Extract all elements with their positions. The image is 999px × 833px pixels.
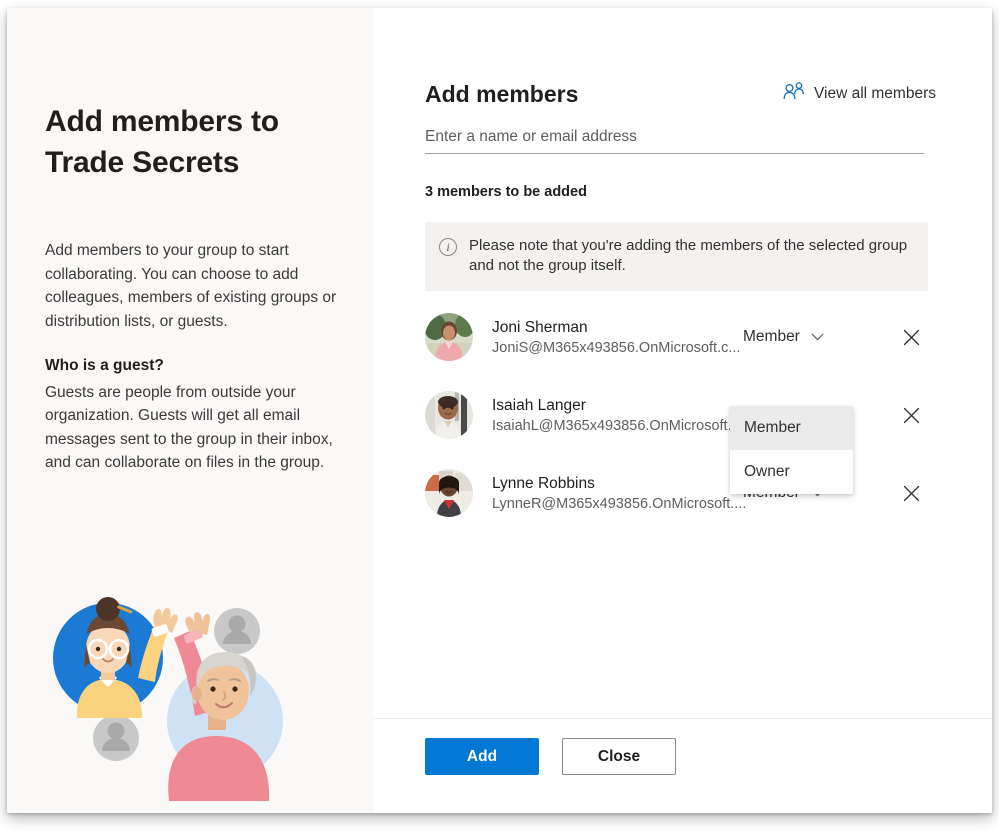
role-value: Member: [743, 328, 800, 345]
info-banner-text: Please note that you're adding the membe…: [469, 237, 908, 274]
search-field-container: [425, 128, 924, 154]
view-all-members-label: View all members: [813, 84, 936, 102]
left-info-panel: Add members to Trade Secrets Add members…: [7, 8, 374, 813]
info-circle-icon: i: [439, 238, 457, 256]
footer-actions: Add Close: [425, 738, 676, 775]
remove-member-button[interactable]: [897, 323, 925, 351]
member-info: Joni Sherman JoniS@M365x493856.OnMicroso…: [492, 317, 750, 358]
add-members-dialog: Add members to Trade Secrets Add members…: [7, 8, 992, 813]
member-name: Joni Sherman: [492, 318, 588, 336]
remove-member-button[interactable]: [897, 401, 925, 429]
search-input[interactable]: [425, 128, 924, 146]
close-icon: [903, 407, 919, 423]
intro-paragraph: Add members to your group to start colla…: [45, 242, 337, 330]
member-email: IsaiahL@M365x493856.OnMicrosoft....: [492, 417, 744, 434]
add-members-panel: Add members View all members 3 members t…: [374, 8, 992, 813]
two-people-high-five-illustration: [45, 586, 310, 801]
guest-paragraph: Guests are people from outside your orga…: [45, 383, 333, 472]
members-list: Joni Sherman JoniS@M365x493856.OnMicroso…: [425, 298, 992, 532]
table-row: Lynne Robbins LynneR@M365x493856.OnMicro…: [425, 454, 992, 532]
chevron-down-icon: [811, 333, 824, 341]
avatar: [425, 469, 473, 517]
view-all-members-link[interactable]: View all members: [783, 82, 936, 108]
table-row: Isaiah Langer IsaiahL@M365x493856.OnMicr…: [425, 376, 992, 454]
remove-member-button[interactable]: [897, 479, 925, 507]
guest-subheading: Who is a guest?: [45, 357, 164, 374]
page-title: Add members: [425, 81, 579, 107]
footer-divider: [374, 718, 992, 719]
people-add-icon: [783, 82, 805, 105]
member-name: Isaiah Langer: [492, 396, 586, 414]
member-info: Isaiah Langer IsaiahL@M365x493856.OnMicr…: [492, 395, 750, 436]
avatar: [425, 391, 473, 439]
member-email: JoniS@M365x493856.OnMicrosoft.c...: [492, 339, 741, 356]
role-dropdown-trigger[interactable]: Member: [741, 325, 826, 349]
info-banner: i Please note that you're adding the mem…: [425, 222, 928, 291]
close-icon: [903, 329, 919, 345]
panel-header: Add members View all members: [425, 80, 936, 108]
member-email: LynneR@M365x493856.OnMicrosoft....: [492, 495, 747, 512]
member-info: Lynne Robbins LynneR@M365x493856.OnMicro…: [492, 473, 750, 514]
close-button[interactable]: Close: [562, 738, 676, 775]
members-count-label: 3 members to be added: [425, 184, 587, 200]
role-dropdown-menu: Member Owner: [730, 406, 853, 494]
role-option-member[interactable]: Member: [730, 406, 853, 450]
role-option-owner[interactable]: Owner: [730, 450, 853, 494]
close-icon: [903, 485, 919, 501]
dialog-title: Add members to Trade Secrets: [45, 105, 279, 179]
table-row: Joni Sherman JoniS@M365x493856.OnMicroso…: [425, 298, 992, 376]
left-panel-body: Add members to your group to start colla…: [45, 239, 337, 496]
avatar: [425, 313, 473, 361]
member-name: Lynne Robbins: [492, 474, 595, 492]
add-button[interactable]: Add: [425, 738, 539, 775]
